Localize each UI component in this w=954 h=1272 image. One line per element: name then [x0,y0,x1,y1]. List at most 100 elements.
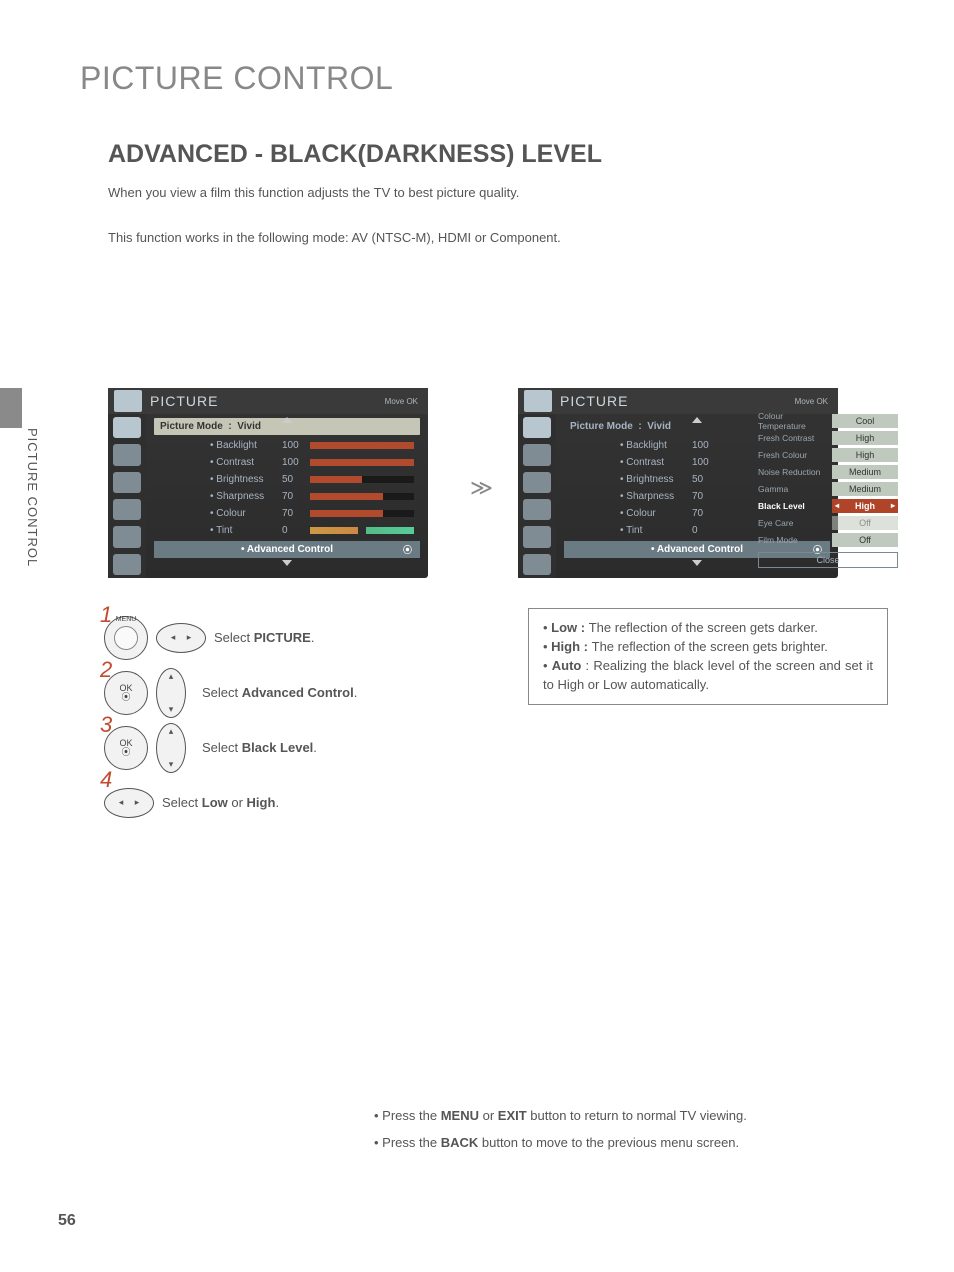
setting-label: • Brightness [620,474,692,485]
slider-bar [310,476,414,483]
footer-text: • Press the [374,1108,441,1123]
picture-mode-label: Picture Mode [570,421,633,432]
auto-label: Auto [552,658,582,673]
high-text: The reflection of the screen gets bright… [592,639,828,654]
slider-bar [310,493,414,500]
chevron-right-icon: ≫ [470,475,493,501]
setting-value: 70 [282,508,310,519]
intro-line-2: This function works in the following mod… [108,230,561,245]
low-label: Low [551,620,577,635]
setting-value: 0 [692,525,720,536]
setting-label: • Backlight [210,440,282,451]
chevron-down-icon [282,560,292,566]
sidebar-icon [113,554,141,575]
side-label: PICTURE CONTROL [25,428,40,567]
popup-value: High [832,431,898,445]
popup-label: Fresh Contrast [758,433,830,443]
setting-value: 100 [692,457,720,468]
setting-label: • Colour [620,508,692,519]
step-1: 1 MENU Select PICTURE. [104,610,357,665]
step-4: 4 Select Low or High. [104,775,357,830]
sidebar-icon [523,526,551,547]
footer-text: or [479,1108,498,1123]
explanation-box: • Low : The reflection of the screen get… [528,608,888,705]
setting-label: • Sharpness [620,491,692,502]
low-text: The reflection of the screen gets darker… [589,620,818,635]
popup-value-selected: High [832,499,898,513]
setting-value: 0 [282,525,310,536]
ok-label: OK [119,738,132,748]
tint-bar [310,527,414,534]
sidebar-icon [523,417,551,438]
osd-hint: Move OK [385,397,418,406]
sep: : [581,658,593,673]
nav-up-down-icon [156,723,186,773]
advanced-control-row: • Advanced Control [154,541,420,558]
ok-button-icon: OK⦿ [104,726,148,770]
setting-value: 70 [692,508,720,519]
picture-icon [114,390,142,412]
nav-left-right-icon [156,623,206,653]
osd-sidebar [518,414,556,578]
popup-value: High [832,448,898,462]
setting-value: 100 [282,457,310,468]
setting-label: • Colour [210,508,282,519]
ok-label: OK [119,683,132,693]
side-tab [0,388,22,428]
osd-header: PICTURE Move OK [108,388,428,414]
sidebar-icon [113,526,141,547]
popup-label: Gamma [758,484,830,494]
sidebar-icon [113,499,141,520]
slider-bar [310,510,414,517]
sidebar-icon [523,444,551,465]
setting-value: 100 [282,440,310,451]
high-label: High [551,639,580,654]
sidebar-icon [523,554,551,575]
nav-left-right-icon [104,788,154,818]
popup-close: Close [758,552,898,568]
sep: : [577,620,589,635]
popup-value: Off [832,533,898,547]
setting-value: 50 [692,474,720,485]
popup-label: Noise Reduction [758,467,830,477]
footer-text: button to return to normal TV viewing. [527,1108,747,1123]
popup-label: Film Mode [758,535,830,545]
footer-key: EXIT [498,1108,527,1123]
setting-label: • Tint [210,525,282,536]
osd-sidebar [108,414,146,578]
setting-label: • Brightness [210,474,282,485]
slider-bar [310,459,414,466]
advanced-popup: Colour TemperatureCool Fresh ContrastHig… [758,412,898,568]
popup-value-disabled: Off [832,516,898,530]
chevron-down-icon [692,560,702,566]
menu-button-icon: MENU [104,616,148,660]
popup-label: Colour Temperature [758,411,830,431]
popup-value: Medium [832,465,898,479]
footer-notes: • Press the MENU or EXIT button to retur… [374,1108,894,1162]
footer-text: • Press the [374,1135,441,1150]
osd-hint: Move OK [795,397,828,406]
setting-label: • Contrast [620,457,692,468]
step-text: Select PICTURE. [214,630,314,645]
osd-title: PICTURE [560,393,628,409]
nav-up-down-icon [156,668,186,718]
picture-icon [524,390,552,412]
popup-label: Eye Care [758,518,830,528]
popup-value: Cool [832,414,898,428]
intro-line-1: When you view a film this function adjus… [108,185,519,200]
step-text: Select Low or High. [162,795,279,810]
slider-bar [310,442,414,449]
footer-key: MENU [441,1108,479,1123]
setting-value: 70 [692,491,720,502]
step-text: Select Black Level. [202,740,317,755]
page-number: 56 [58,1212,76,1230]
sidebar-icon [523,472,551,493]
step-3: 3 OK⦿ Select Black Level. [104,720,357,775]
steps: 1 MENU Select PICTURE. 2 OK⦿ Select Adva… [104,610,357,830]
popup-label: Fresh Colour [758,450,830,460]
footer-key: BACK [441,1135,479,1150]
menu-button-label: MENU [116,616,137,623]
osd-menu-left: PICTURE Move OK Picture Mode : Vivid • B… [108,388,428,578]
picture-mode-label: Picture Mode [160,421,223,432]
footer-text: button to move to the previous menu scre… [478,1135,739,1150]
